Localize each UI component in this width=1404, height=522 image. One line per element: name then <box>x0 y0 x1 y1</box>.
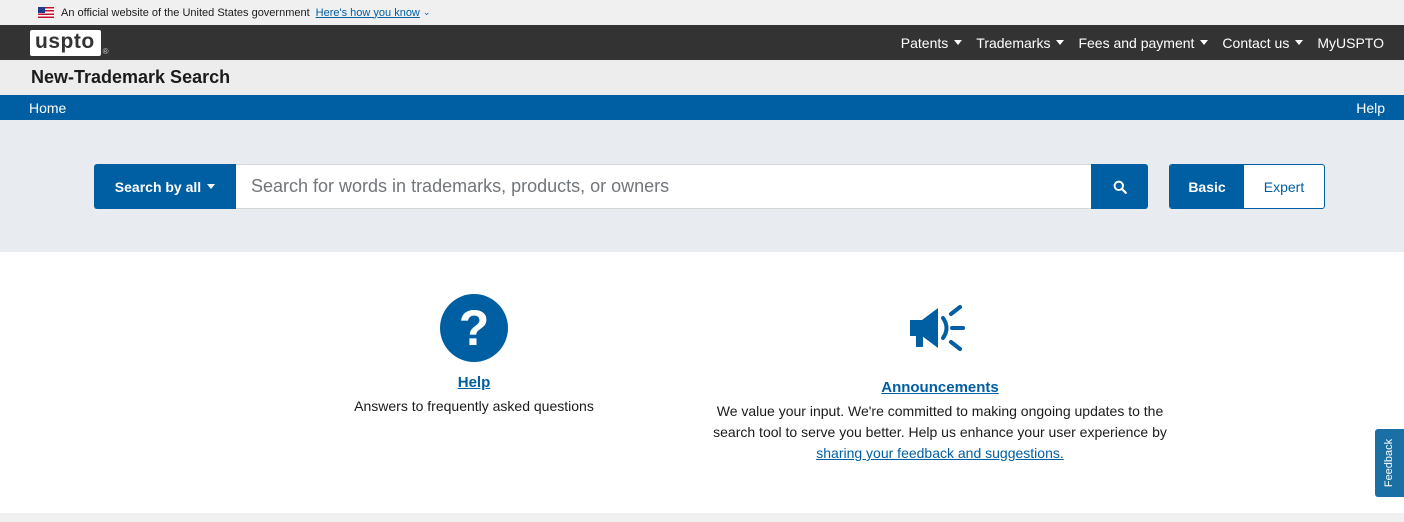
nav-trademarks-label: Trademarks <box>976 34 1051 51</box>
search-button[interactable] <box>1091 164 1148 209</box>
basic-mode-button[interactable]: Basic <box>1170 165 1244 208</box>
feedback-tab-label: Feedback <box>1383 438 1396 488</box>
nav-patents-label: Patents <box>900 34 949 51</box>
caret-down-icon <box>954 40 963 45</box>
info-section: ? Help Answers to frequently asked quest… <box>0 252 1404 514</box>
home-link[interactable]: Home <box>29 100 66 116</box>
announcements-card-title-link[interactable]: Announcements <box>700 379 1180 396</box>
help-card-title-link[interactable]: Help <box>324 374 624 391</box>
site-header: uspto ® Patents Trademarks Fees and paym… <box>0 25 1404 60</box>
announcements-card-description: We value your input. We're committed to … <box>700 401 1180 464</box>
help-link[interactable]: Help <box>1356 100 1385 116</box>
page-title: New-Trademark Search <box>31 67 231 87</box>
feedback-suggestions-link[interactable]: sharing your feedback and suggestions. <box>816 445 1064 461</box>
gov-banner-text: An official website of the United States… <box>61 6 310 19</box>
registered-mark: ® <box>102 46 109 56</box>
question-circle-icon: ? <box>440 294 508 362</box>
megaphone-icon <box>910 305 965 351</box>
help-card-description: Answers to frequently asked questions <box>354 398 594 414</box>
nav-fees-label: Fees and payment <box>1078 34 1195 51</box>
breadcrumb-bar: Home Help <box>0 95 1404 120</box>
nav-contact-us[interactable]: Contact us <box>1222 34 1304 51</box>
search-input[interactable] <box>236 164 1091 209</box>
caret-down-icon <box>207 184 216 189</box>
nav-myuspto[interactable]: MyUSPTO <box>1317 35 1384 51</box>
caret-down-icon <box>1056 40 1065 45</box>
nav-myuspto-label: MyUSPTO <box>1317 34 1384 51</box>
search-scope-label: Search by all <box>114 178 202 195</box>
help-card: ? Help Answers to frequently asked quest… <box>324 294 624 417</box>
nav-trademarks[interactable]: Trademarks <box>976 34 1065 51</box>
us-flag-icon <box>38 7 54 18</box>
title-bar: New-Trademark Search <box>0 60 1404 95</box>
nav-patents[interactable]: Patents <box>900 34 963 51</box>
search-scope-dropdown[interactable]: Search by all <box>94 164 236 209</box>
footer-strip <box>0 513 1404 522</box>
heres-how-you-know-link[interactable]: Here's how you know <box>316 7 420 19</box>
nav-fees-and-payment[interactable]: Fees and payment <box>1078 34 1209 51</box>
uspto-logo[interactable]: uspto ® <box>30 29 109 56</box>
nav-contact-label: Contact us <box>1222 34 1290 51</box>
announcements-desc-text: We value your input. We're committed to … <box>713 403 1167 440</box>
caret-down-icon <box>1295 40 1304 45</box>
expert-mode-button[interactable]: Expert <box>1244 165 1324 208</box>
search-mode-toggle: Basic Expert <box>1169 164 1325 209</box>
search-icon <box>1113 180 1127 194</box>
gov-banner: An official website of the United States… <box>0 0 1404 25</box>
chevron-down-icon[interactable]: ⌄ <box>423 7 431 18</box>
search-area: Search by all Basic Expert <box>0 120 1404 252</box>
caret-down-icon <box>1200 40 1209 45</box>
announcements-card: Announcements We value your input. We're… <box>700 294 1180 464</box>
logo-text: uspto <box>30 29 101 56</box>
main-nav: Patents Trademarks Fees and payment Cont… <box>901 35 1384 51</box>
feedback-tab[interactable]: Feedback <box>1375 429 1404 497</box>
